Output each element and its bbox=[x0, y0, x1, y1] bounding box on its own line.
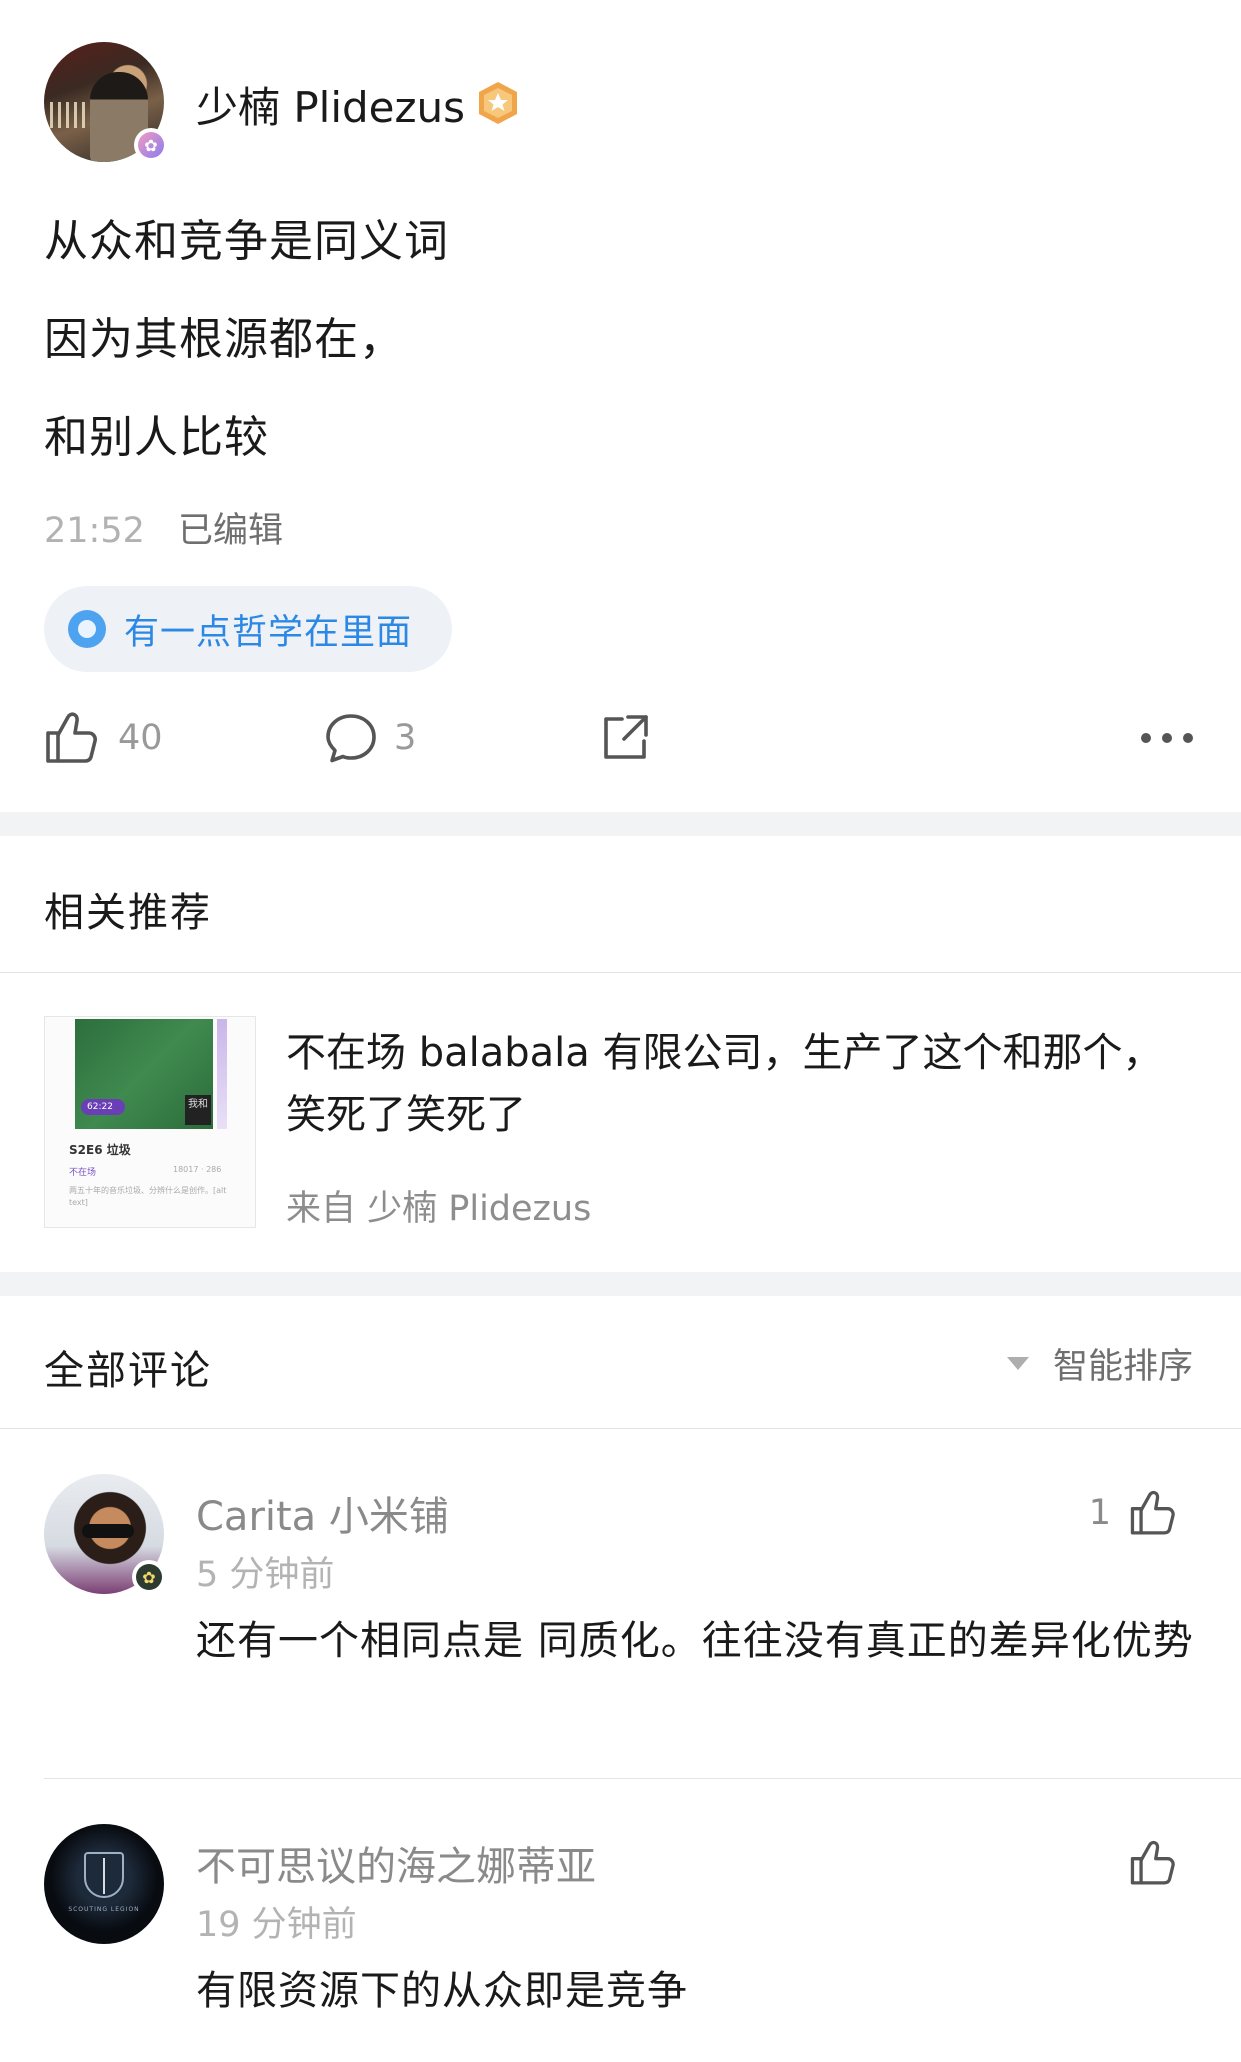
flower-badge-icon: ✿ bbox=[134, 128, 168, 162]
thumbnail-description: 两五十年的音乐垃圾、分辨什么是创作。[alt text] bbox=[69, 1186, 227, 1207]
comment-divider bbox=[44, 1778, 1241, 1779]
author-name[interactable]: 少楠 Plidezus bbox=[196, 74, 465, 135]
sort-label: 智能排序 bbox=[1052, 1347, 1193, 1387]
more-button[interactable] bbox=[1140, 708, 1194, 768]
section-divider bbox=[0, 1272, 1241, 1296]
like-icon bbox=[1129, 1488, 1179, 1538]
topic-tag[interactable]: 有一点哲学在里面 bbox=[44, 586, 452, 672]
more-icon bbox=[1140, 732, 1194, 744]
post-time: 21:52 bbox=[44, 511, 145, 551]
related-item-title[interactable]: 不在场 balabala 有限公司，生产了这个和那个，笑死了笑死了 bbox=[286, 1022, 1166, 1146]
like-icon bbox=[1129, 1838, 1179, 1888]
comment-count: 3 bbox=[394, 718, 417, 758]
commenter-avatar[interactable]: SCOUTING LEGION bbox=[44, 1824, 164, 1944]
commenter-name[interactable]: Carita 小米铺 bbox=[196, 1484, 449, 1542]
sort-caret-icon bbox=[1006, 1357, 1029, 1370]
like-button[interactable]: 40 bbox=[44, 708, 163, 768]
like-count: 40 bbox=[118, 718, 163, 758]
related-section-title: 相关推荐 bbox=[44, 890, 212, 936]
hairline-divider bbox=[0, 972, 1241, 973]
post-meta: 21:52 已编辑 bbox=[44, 502, 283, 553]
topic-tag-label: 有一点哲学在里面 bbox=[124, 612, 413, 653]
comment-time: 5 分钟前 bbox=[196, 1555, 335, 1595]
comment-like-button[interactable] bbox=[1111, 1838, 1179, 1888]
thumbnail-stats: 18017 · 286 bbox=[173, 1165, 222, 1174]
post-text-line: 和别人比较 bbox=[44, 412, 269, 463]
flower-badge-icon: ✿ bbox=[132, 1560, 166, 1594]
share-button[interactable] bbox=[598, 708, 652, 768]
comment-time: 19 分钟前 bbox=[196, 1905, 357, 1945]
comments-section-title: 全部评论 bbox=[44, 1348, 212, 1394]
related-thumbnail[interactable]: 62:22 我和 S2E6 垃圾 不在场 18017 · 286 两五十年的音乐… bbox=[44, 1016, 256, 1228]
vip-badge-icon bbox=[476, 80, 520, 126]
commenter-name[interactable]: 不可思议的海之娜蒂亚 bbox=[196, 1834, 596, 1892]
comment-button[interactable]: 3 bbox=[324, 708, 416, 768]
comment-text: 有限资源下的从众即是竞争 bbox=[196, 1968, 688, 2014]
thumbnail-show: 不在场 bbox=[69, 1168, 97, 1178]
topic-dot-icon bbox=[68, 610, 106, 648]
play-badge: 62:22 bbox=[81, 1099, 125, 1115]
related-item-source[interactable]: 来自 少楠 Plidezus bbox=[286, 1180, 591, 1231]
sort-dropdown[interactable]: 智能排序 bbox=[1006, 1338, 1193, 1389]
like-icon bbox=[44, 709, 102, 767]
thumbnail-art: 我和 bbox=[185, 1095, 211, 1125]
edited-label: 已编辑 bbox=[178, 511, 284, 551]
avatar-background bbox=[50, 102, 90, 128]
wings-crest-icon bbox=[84, 1852, 124, 1898]
thumbnail-stripe bbox=[217, 1019, 227, 1129]
post-text-line: 因为其根源都在， bbox=[44, 314, 404, 365]
post-text-line: 从众和竞争是同义词 bbox=[44, 216, 449, 267]
section-divider bbox=[0, 812, 1241, 836]
comment-icon bbox=[324, 711, 378, 765]
avatar-caption: SCOUTING LEGION bbox=[68, 1906, 140, 1913]
thumbnail-episode: S2E6 垃圾 bbox=[69, 1143, 131, 1157]
avatar-detail bbox=[82, 1524, 134, 1538]
hairline-divider bbox=[0, 1428, 1241, 1429]
comment-text: 还有一个相同点是 同质化。往往没有真正的差异化优势 bbox=[196, 1618, 1194, 1664]
comment-like-button[interactable]: 1 bbox=[1089, 1488, 1179, 1538]
comment-like-count: 1 bbox=[1088, 1493, 1111, 1533]
share-icon bbox=[598, 711, 652, 765]
